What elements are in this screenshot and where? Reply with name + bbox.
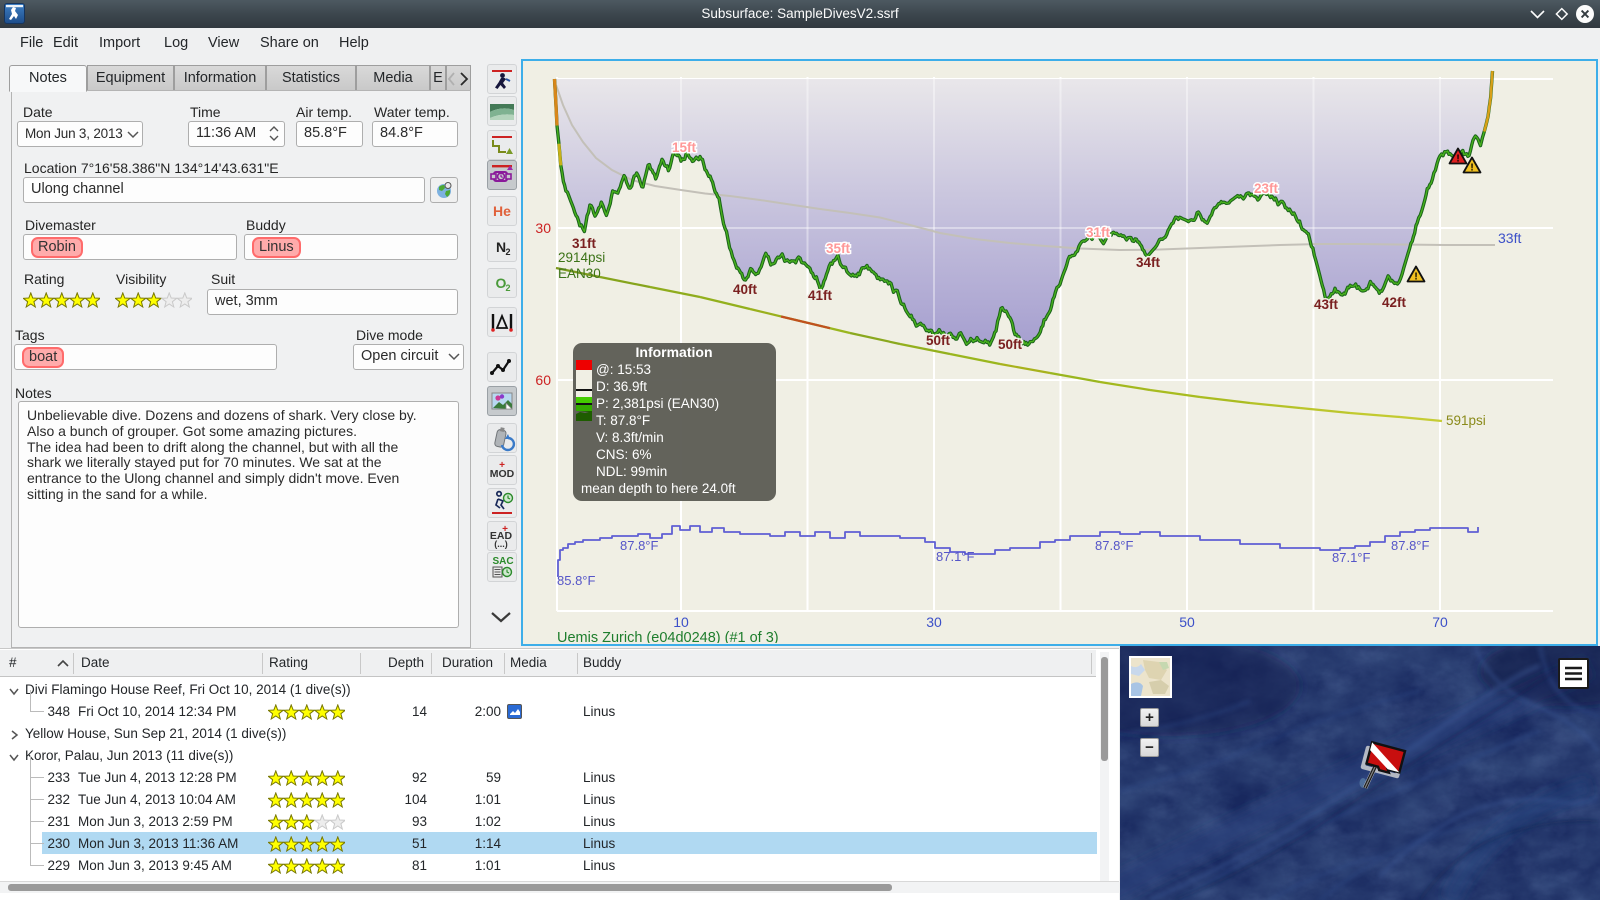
svg-text:EAN30: EAN30: [558, 266, 601, 281]
svg-text:2: 2: [505, 247, 510, 257]
svg-text:50ft: 50ft: [926, 333, 951, 348]
svg-text:15ft: 15ft: [672, 140, 697, 155]
svg-text:D: 36.9ft: D: 36.9ft: [596, 379, 647, 394]
svg-text:SAC: SAC: [492, 556, 513, 567]
svg-text:70: 70: [1432, 614, 1448, 630]
svg-text:33ft: 33ft: [1498, 230, 1521, 246]
svg-text:34ft: 34ft: [1136, 255, 1161, 270]
svg-text:(...): (...): [494, 539, 508, 549]
svg-text:43ft: 43ft: [1314, 297, 1339, 312]
svg-text:87.8°F: 87.8°F: [620, 538, 659, 553]
svg-text:60: 60: [535, 372, 551, 388]
svg-text:30: 30: [535, 220, 551, 236]
svg-text:2: 2: [505, 283, 510, 293]
svg-text:P: 2,381psi (EAN30): P: 2,381psi (EAN30): [596, 396, 719, 411]
svg-text:85.8°F: 85.8°F: [557, 573, 596, 588]
svg-text:40ft: 40ft: [733, 282, 758, 297]
svg-text:He: He: [493, 203, 511, 219]
svg-text:mean depth to here 24.0ft: mean depth to here 24.0ft: [581, 481, 736, 496]
svg-text:87.1°F: 87.1°F: [936, 549, 975, 564]
svg-text:!: !: [1456, 154, 1459, 165]
svg-text:V: 8.3ft/min: V: 8.3ft/min: [596, 430, 664, 445]
svg-text:CNS: 6%: CNS: 6%: [596, 447, 652, 462]
svg-text:87.8°F: 87.8°F: [1391, 538, 1430, 553]
svg-text:!: !: [1414, 272, 1417, 283]
svg-text:50ft: 50ft: [998, 337, 1023, 352]
svg-text:50: 50: [1179, 614, 1195, 630]
svg-text:30: 30: [926, 614, 942, 630]
svg-text:42ft: 42ft: [1382, 295, 1407, 310]
svg-text:23ft: 23ft: [1254, 181, 1279, 196]
svg-text:87.1°F: 87.1°F: [1332, 550, 1371, 565]
svg-text:!: !: [1470, 163, 1473, 174]
svg-text:MOD: MOD: [490, 468, 515, 480]
svg-text:@: 15:53: @: 15:53: [596, 362, 651, 377]
svg-text:NDL: 99min: NDL: 99min: [596, 464, 667, 479]
svg-text:591psi: 591psi: [1446, 413, 1486, 428]
svg-text:87.8°F: 87.8°F: [1095, 538, 1134, 553]
svg-text:31ft: 31ft: [572, 236, 597, 251]
svg-text:41ft: 41ft: [808, 288, 833, 303]
svg-text:T: 87.8°F: T: 87.8°F: [596, 413, 650, 428]
svg-text:2914psi: 2914psi: [558, 250, 605, 265]
svg-text:31ft: 31ft: [1086, 225, 1111, 240]
svg-text:Uemis Zurich (e04d0248) (#1 of: Uemis Zurich (e04d0248) (#1 of 3): [557, 630, 779, 643]
svg-text:Information: Information: [636, 344, 713, 360]
svg-text:35ft: 35ft: [826, 241, 851, 256]
svg-text:10: 10: [673, 614, 689, 630]
